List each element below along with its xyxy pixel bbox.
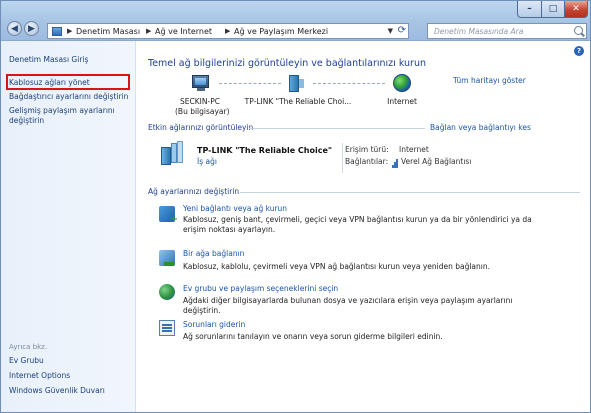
network-icon	[161, 141, 191, 167]
divider	[249, 128, 425, 129]
see-full-map-link[interactable]: Tüm haritayı göster	[453, 76, 526, 86]
help-icon[interactable]: ?	[574, 46, 584, 56]
connections-label: Bağlantılar:	[345, 157, 389, 166]
control-panel-home-link[interactable]: Denetim Masası Giriş	[9, 55, 88, 65]
connect-network-icon	[159, 250, 175, 266]
close-icon: ✕	[572, 4, 580, 14]
page-title: Temel ağ bilgilerinizi görüntüleyin ve b…	[148, 58, 427, 69]
access-type-label: Erişim türü:	[345, 145, 389, 154]
connect-to-network-link[interactable]: Bir ağa bağlanın	[183, 249, 244, 259]
active-networks-heading: Etkin ağlarınızı görüntüleyin	[148, 123, 254, 132]
troubleshoot-description: Ağ sorunlarını tanılayın ve onarın veya …	[183, 332, 443, 341]
address-dropdown-icon[interactable]: ▼	[388, 26, 393, 37]
forward-button[interactable]: ▶	[24, 21, 39, 36]
connect-disconnect-link[interactable]: Bağlan veya bağlantıyı kes	[430, 123, 531, 133]
divider	[342, 143, 343, 173]
back-button[interactable]: ◀	[7, 21, 22, 36]
computer-icon	[192, 75, 209, 91]
title-bar: – □ ✕ ◀ ▶ ▶ Denetim Masası ▶ Ağ ve Inter…	[1, 1, 590, 41]
address-bar[interactable]: ▶ Denetim Masası ▶ Ağ ve Internet ▶ Ağ v…	[47, 23, 409, 39]
maximize-icon: □	[548, 4, 558, 14]
network-type-link[interactable]: İş ağı	[197, 157, 217, 167]
breadcrumb-network-internet[interactable]: Ağ ve Internet	[155, 26, 212, 37]
close-button[interactable]: ✕	[564, 1, 588, 18]
search-icon[interactable]	[574, 26, 583, 35]
setup-new-connection-link[interactable]: Yeni bağlantı veya ağ kurun	[183, 204, 287, 214]
back-arrow-icon: ◀	[11, 24, 18, 34]
internet-label: Internet	[387, 97, 417, 106]
maximize-button[interactable]: □	[541, 1, 565, 18]
breadcrumb-network-sharing-center[interactable]: Ağ ve Paylaşım Merkezi	[234, 26, 328, 37]
breadcrumb-separator-icon: ▶	[225, 27, 231, 35]
window: – □ ✕ ◀ ▶ ▶ Denetim Masası ▶ Ağ ve Inter…	[0, 0, 591, 413]
windows-firewall-link[interactable]: Windows Güvenlik Duvarı	[9, 386, 105, 396]
setup-new-connection-description: Kablosuz, geniş bant, çevirmeli, geçici …	[183, 215, 532, 234]
router-name: TP-LINK "The Reliable Choi...	[244, 97, 352, 106]
homegroup-link[interactable]: Ev Grubu	[9, 356, 44, 366]
signal-strength-icon	[392, 158, 398, 168]
homegroup-sharing-link[interactable]: Ev grubu ve paylaşım seçeneklerini seçin	[183, 284, 338, 294]
see-also-heading: Ayrıca bkz.	[9, 343, 48, 351]
advanced-sharing-settings-link[interactable]: Gelişmiş paylaşım ayarlarını değiştirin	[9, 106, 127, 126]
main-content: ? Temel ağ bilgilerinizi görüntüleyin ve…	[137, 41, 590, 412]
forward-arrow-icon: ▶	[28, 24, 35, 34]
search-box[interactable]: Denetim Masasında Ara	[427, 23, 587, 39]
internet-options-link[interactable]: Internet Options	[9, 371, 70, 381]
search-placeholder: Denetim Masasında Ara	[434, 27, 524, 36]
divider	[240, 192, 580, 193]
breadcrumb-separator-icon: ▶	[67, 27, 73, 35]
breadcrumb-separator-icon: ▶	[146, 27, 152, 35]
left-pane: Denetim Masası Giriş Kablosuz ağları yön…	[1, 41, 136, 412]
troubleshoot-icon	[159, 320, 175, 336]
homegroup-icon	[159, 284, 175, 300]
troubleshoot-link[interactable]: Sorunları giderin	[183, 320, 245, 330]
homegroup-sharing-description: Ağdaki diğer bilgisayarlarda bulunan dos…	[183, 296, 513, 315]
refresh-icon[interactable]: ⟳	[398, 25, 406, 37]
manage-wireless-networks-link[interactable]: Kablosuz ağları yönet	[9, 78, 90, 88]
breadcrumb-control-panel[interactable]: Denetim Masası	[76, 26, 140, 37]
computer-sublabel: (Bu bilgisayar)	[175, 107, 230, 116]
change-adapter-settings-link[interactable]: Bağdaştırıcı ayarlarını değiştirin	[9, 92, 128, 102]
connection-link[interactable]: Verel Ağ Bağlantısı	[401, 157, 471, 167]
change-settings-heading: Ağ ayarlarınızı değiştirin	[148, 187, 240, 196]
internet-globe-icon	[393, 74, 411, 92]
connect-to-network-description: Kablosuz, kablolu, çevirmeli veya VPN ağ…	[183, 262, 491, 271]
connection-line	[219, 83, 281, 84]
router-icon	[289, 75, 304, 92]
control-panel-icon	[52, 27, 62, 36]
minimize-button[interactable]: –	[517, 1, 542, 18]
computer-name: SECKIN-PC	[180, 97, 220, 106]
new-connection-icon	[159, 206, 178, 225]
connection-line	[313, 83, 385, 84]
access-type-value: Internet	[399, 145, 429, 154]
minimize-icon: –	[527, 4, 532, 14]
network-name: TP-LINK "The Reliable Choice"	[197, 146, 333, 155]
